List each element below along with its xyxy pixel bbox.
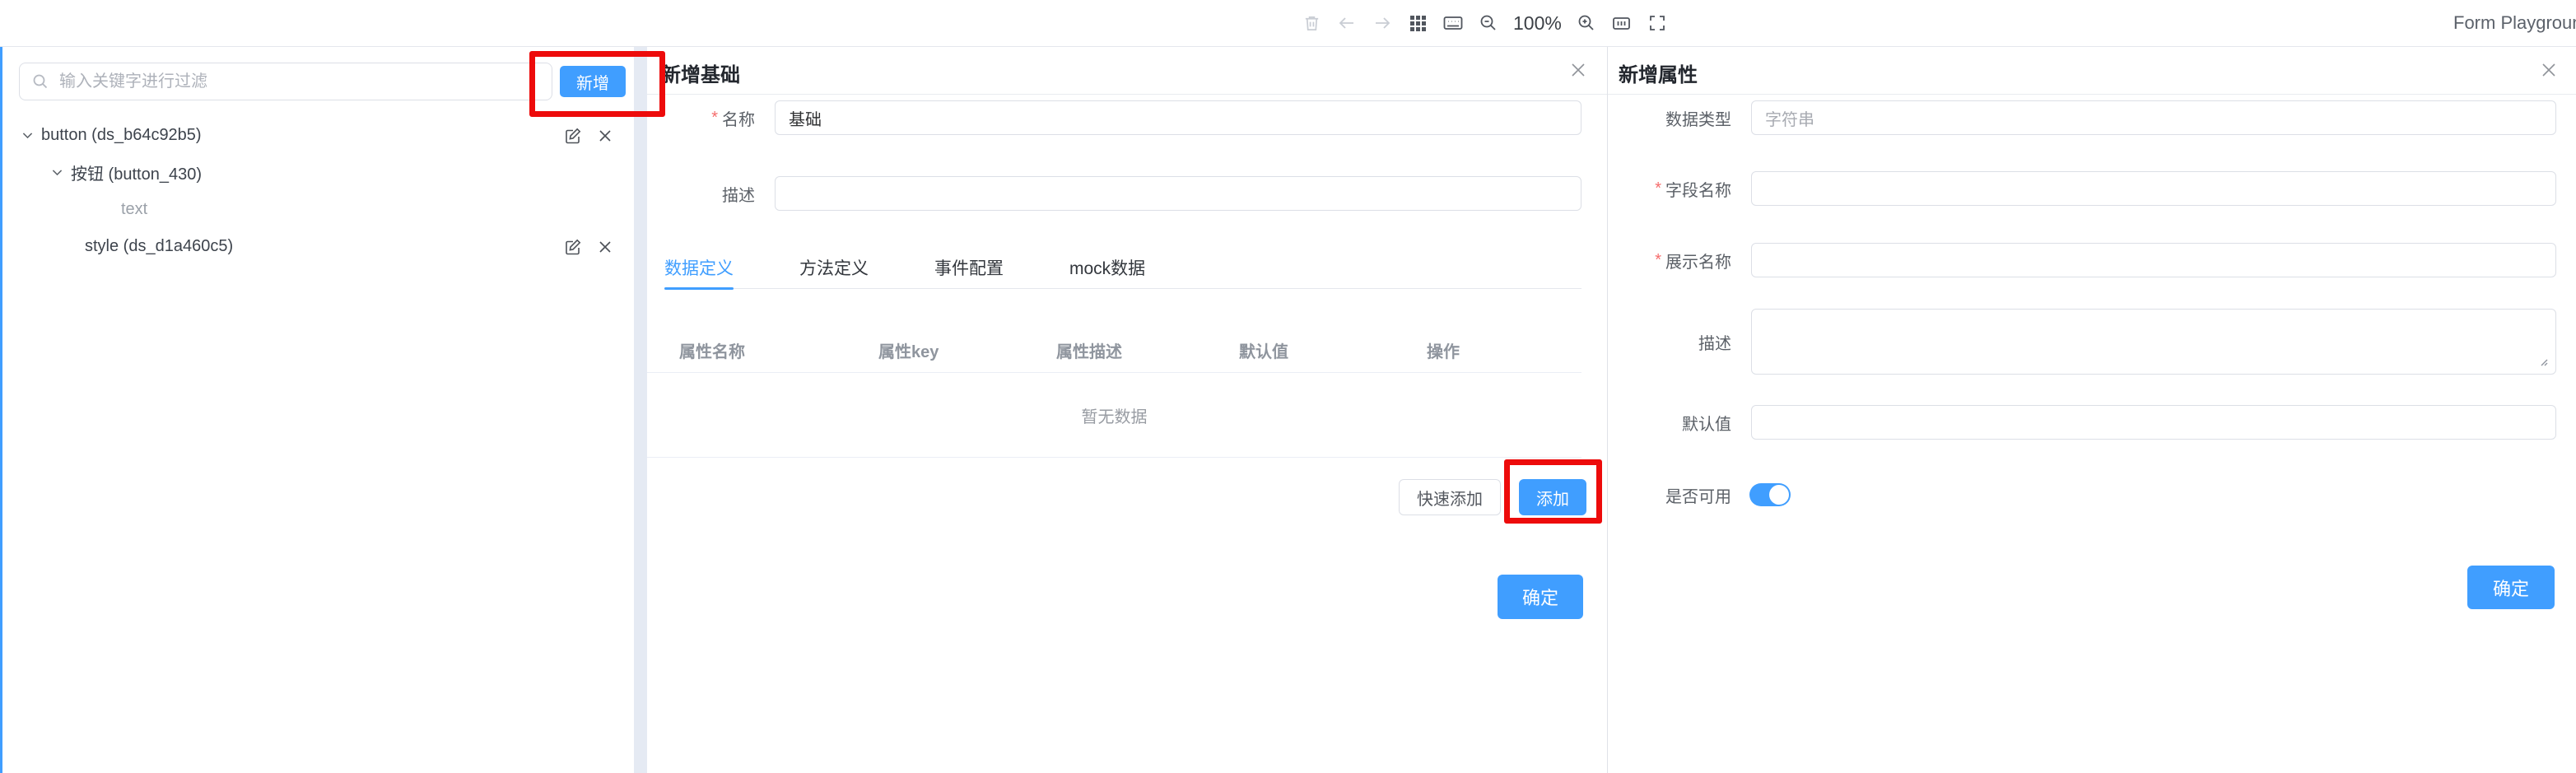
col-attr-desc: 属性描述 [1056,338,1239,362]
tree-row-style[interactable]: style (ds_d1a460c5) [2,228,621,265]
tab-mock-data[interactable]: mock数据 [1069,255,1145,289]
panel-layout-icon[interactable] [1609,11,1634,35]
quick-add-button[interactable]: 快速添加 [1399,479,1501,515]
dialog-tabs: 数据定义 方法定义 事件配置 mock数据 [664,255,1581,289]
close-icon[interactable] [598,128,613,143]
display-name-label: * 展示名称 [1608,243,1731,277]
data-type-select[interactable] [1751,100,2556,135]
desc-field-label: 描述 [647,176,755,211]
dialog-add-base: 新增基础 * 名称 描述 数据定义 方法定义 事件配置 mock数据 属性名称 … [647,47,1607,773]
name-field-label: * 名称 [647,100,755,135]
close-icon[interactable] [1569,61,1587,79]
tree-item-label: button (ds_b64c92b5) [41,126,202,145]
enabled-toggle[interactable] [1749,483,1791,506]
sidebar-divider [634,47,647,773]
search-icon [31,72,49,91]
undo-arrow-icon[interactable] [1335,11,1359,35]
tree-item-label: style (ds_d1a460c5) [85,237,233,256]
required-marker: * [1655,251,1661,270]
desc-label: 描述 [1608,309,1731,375]
fullscreen-icon[interactable] [1645,11,1670,35]
canvas-toolbar: 100% [1299,0,1670,46]
close-icon[interactable] [598,240,613,254]
toggle-knob [1769,485,1789,505]
desc-textarea[interactable] [1751,309,2556,375]
name-input[interactable] [775,100,1581,135]
app-screen: 100% Form Playground F [0,0,2576,773]
dialog-header: 新增基础 [647,47,1607,95]
chevron-down-icon[interactable] [50,165,64,179]
dialog-title: 新增属性 [1619,58,1698,87]
desc-input[interactable] [775,176,1581,211]
zoom-level: 100% [1513,12,1562,35]
top-toolbar: 100% Form Playground F [0,0,2576,47]
delete-icon[interactable] [1299,11,1324,35]
attr-table-header: 属性名称 属性key 属性描述 默认值 操作 [647,328,1581,373]
component-tree-sidebar: 新增 button (ds_b64c92b5) [0,47,634,773]
add-datasource-button[interactable]: 新增 [560,66,626,97]
zoom-in-icon[interactable] [1574,11,1599,35]
dialog-title: 新增基础 [661,58,740,87]
tree-search [19,63,552,100]
tab-data-definition[interactable]: 数据定义 [664,255,734,289]
confirm-button[interactable]: 确定 [1498,575,1583,619]
col-attr-name: 属性名称 [679,338,878,362]
default-value-label: 默认值 [1608,405,1731,440]
grid-icon[interactable] [1405,11,1430,35]
tree-row-button[interactable]: button (ds_b64c92b5) [2,117,621,154]
field-name-label: * 字段名称 [1608,171,1731,206]
chevron-down-icon[interactable] [21,128,35,142]
close-icon[interactable] [2540,61,2558,79]
datasource-tree: button (ds_b64c92b5) [2,117,621,265]
add-row-button[interactable]: 添加 [1519,479,1586,515]
edit-icon[interactable] [564,238,582,256]
required-marker: * [711,109,718,128]
tab-method-definition[interactable]: 方法定义 [799,255,869,289]
tree-item-label: 按钮 (button_430) [71,161,202,184]
col-default-value: 默认值 [1239,338,1427,362]
col-attr-key: 属性key [878,338,1056,362]
tab-event-config[interactable]: 事件配置 [934,255,1004,289]
edit-icon[interactable] [564,127,582,145]
col-actions: 操作 [1427,338,1581,362]
enabled-label: 是否可用 [1608,483,1731,506]
keyboard-icon[interactable] [1441,11,1465,35]
tree-row-text[interactable]: text [2,191,621,228]
app-title: Form Playground F [2453,0,2576,46]
display-name-input[interactable] [1751,243,2556,277]
dialog-add-attribute: 新增属性 数据类型 * 字段名称 * 展示名称 描述 [1608,47,2576,773]
tree-row-anniu[interactable]: 按钮 (button_430) [2,154,621,191]
zoom-out-icon[interactable] [1476,11,1501,35]
dialog-header: 新增属性 [1608,47,2576,95]
data-type-label: 数据类型 [1608,100,1731,135]
confirm-button[interactable]: 确定 [2467,566,2555,609]
required-marker: * [1655,179,1661,198]
field-name-input[interactable] [1751,171,2556,206]
default-value-input[interactable] [1751,405,2556,440]
table-empty-state: 暂无数据 [647,373,1581,458]
table-action-buttons: 快速添加 添加 [1399,479,1586,515]
redo-arrow-icon[interactable] [1370,11,1395,35]
search-input[interactable] [19,63,552,100]
tree-item-label: text [121,200,147,219]
